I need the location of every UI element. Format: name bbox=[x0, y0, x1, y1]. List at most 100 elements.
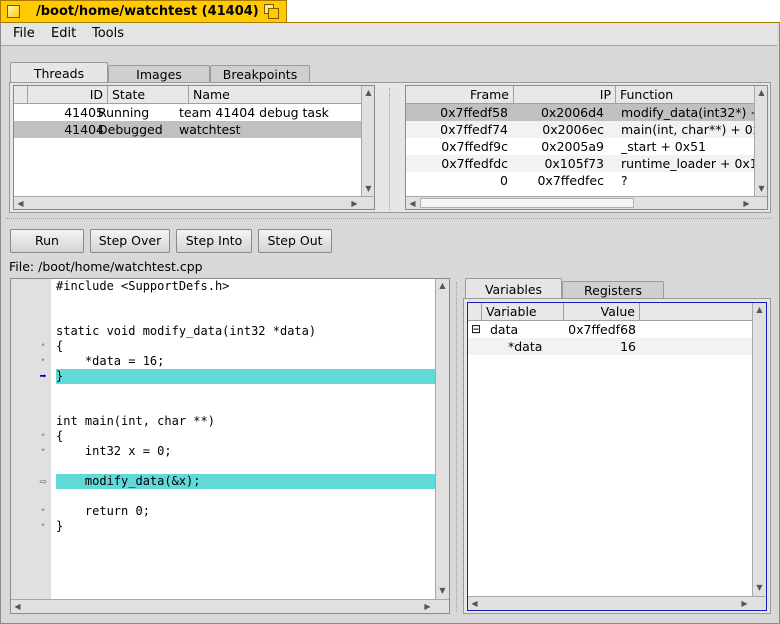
scroll-down-icon[interactable]: ▼ bbox=[436, 584, 449, 597]
step-into-button[interactable]: Step Into bbox=[176, 229, 252, 253]
stack-vscroll[interactable]: ▲ ▼ bbox=[754, 86, 767, 196]
source-line[interactable]: • int32 x = 0; bbox=[11, 444, 435, 459]
source-vscroll[interactable]: ▲ ▼ bbox=[435, 279, 449, 599]
step-out-button[interactable]: Step Out bbox=[258, 229, 332, 253]
col-frame[interactable]: Frame bbox=[406, 86, 514, 103]
source-line[interactable] bbox=[11, 459, 435, 474]
col-value[interactable]: Value bbox=[564, 303, 640, 320]
current-pc-arrow-icon[interactable]: ➡ bbox=[37, 369, 49, 384]
hscroll-thumb[interactable] bbox=[420, 198, 634, 208]
source-line[interactable]: int main(int, char **) bbox=[11, 414, 435, 429]
scroll-right-icon[interactable]: ▶ bbox=[348, 197, 361, 209]
col-function[interactable]: Function bbox=[616, 86, 755, 103]
zoom-box-icon[interactable] bbox=[264, 4, 279, 19]
code-text: { bbox=[56, 339, 64, 353]
stack-hscroll[interactable]: ◀ ▶ bbox=[406, 196, 767, 209]
menu-edit[interactable]: Edit bbox=[51, 26, 76, 41]
tab-images[interactable]: Images bbox=[108, 65, 210, 83]
thread-row[interactable]: 41405 Running team 41404 debug task bbox=[14, 104, 361, 121]
source-line[interactable]: static void modify_data(int32 *data) bbox=[11, 324, 435, 339]
source-line[interactable] bbox=[11, 384, 435, 399]
source-line[interactable]: • *data = 16; bbox=[11, 354, 435, 369]
col-state[interactable]: State bbox=[108, 86, 189, 103]
breakpoint-slot-icon[interactable]: • bbox=[37, 519, 49, 534]
scroll-right-icon[interactable]: ▶ bbox=[421, 600, 434, 613]
source-view[interactable]: #include <SupportDefs.h> static void modi… bbox=[10, 278, 450, 614]
scroll-left-icon[interactable]: ◀ bbox=[14, 197, 27, 209]
step-over-button[interactable]: Step Over bbox=[90, 229, 170, 253]
scroll-right-icon[interactable]: ▶ bbox=[738, 597, 751, 610]
source-line[interactable] bbox=[11, 489, 435, 504]
scroll-left-icon[interactable]: ◀ bbox=[468, 597, 481, 610]
scroll-up-icon[interactable]: ▲ bbox=[436, 279, 449, 292]
scroll-up-icon[interactable]: ▲ bbox=[753, 303, 766, 316]
breakpoint-slot-icon[interactable]: • bbox=[37, 354, 49, 369]
menu-file[interactable]: File bbox=[13, 26, 35, 41]
source-line[interactable] bbox=[11, 294, 435, 309]
breakpoint-slot-icon[interactable]: • bbox=[37, 444, 49, 459]
thread-state: Running bbox=[98, 105, 150, 120]
caller-arrow-icon[interactable]: ⇨ bbox=[37, 474, 49, 489]
variables-hscroll[interactable]: ◀ ▶ bbox=[468, 596, 766, 610]
source-line[interactable]: #include <SupportDefs.h> bbox=[11, 279, 435, 294]
stack-row[interactable]: 0x7ffedf9c 0x2005a9 _start + 0x51 bbox=[406, 138, 755, 155]
source-code[interactable]: #include <SupportDefs.h> static void modi… bbox=[11, 279, 435, 599]
source-line[interactable]: ➡} bbox=[11, 369, 435, 384]
source-line[interactable]: • return 0; bbox=[11, 504, 435, 519]
stack-row[interactable]: 0 0x7ffedfec ? bbox=[406, 172, 755, 189]
scroll-down-icon[interactable]: ▼ bbox=[362, 182, 374, 195]
thread-name: team 41404 debug task bbox=[179, 105, 329, 120]
variable-value: 16 bbox=[620, 339, 636, 354]
stack-row-selected[interactable]: 0x7ffedf58 0x2006d4 modify_data(int32*) … bbox=[406, 104, 755, 121]
col-variable[interactable]: Variable bbox=[482, 303, 564, 320]
scroll-down-icon[interactable]: ▼ bbox=[753, 581, 766, 594]
threads-hscroll[interactable]: ◀ ▶ bbox=[14, 196, 374, 209]
col-ip[interactable]: IP bbox=[514, 86, 616, 103]
scroll-down-icon[interactable]: ▼ bbox=[755, 182, 767, 195]
code-text: int32 x = 0; bbox=[56, 444, 172, 458]
threads-header: ID State Name bbox=[14, 86, 361, 104]
tab-registers[interactable]: Registers bbox=[562, 281, 664, 299]
threads-list[interactable]: ID State Name 41405 Running team 41404 d… bbox=[13, 85, 375, 210]
scroll-left-icon[interactable]: ◀ bbox=[406, 197, 419, 209]
source-line[interactable]: •} bbox=[11, 519, 435, 534]
scroll-right-icon[interactable]: ▶ bbox=[740, 197, 753, 209]
stack-row[interactable]: 0x7ffedf74 0x2006ec main(int, char**) + … bbox=[406, 121, 755, 138]
threads-vscroll[interactable]: ▲ ▼ bbox=[361, 86, 374, 196]
tab-breakpoints[interactable]: Breakpoints bbox=[210, 65, 310, 83]
stack-trace-list[interactable]: Frame IP Function 0x7ffedf58 0x2006d4 mo… bbox=[405, 85, 768, 210]
source-line[interactable] bbox=[11, 399, 435, 414]
tab-threads[interactable]: Threads bbox=[10, 62, 108, 83]
breakpoint-slot-icon[interactable]: • bbox=[37, 339, 49, 354]
menu-tools[interactable]: Tools bbox=[92, 26, 124, 41]
variables-vscroll[interactable]: ▲ ▼ bbox=[752, 303, 766, 596]
vertical-splitter[interactable] bbox=[456, 282, 458, 612]
breakpoint-slot-icon[interactable]: • bbox=[37, 504, 49, 519]
frame-address: 0 bbox=[500, 173, 508, 188]
horizontal-splitter[interactable] bbox=[6, 218, 772, 220]
thread-row-selected[interactable]: 41404 Debugged watchtest bbox=[14, 121, 361, 138]
variable-row[interactable]: ⊟ data 0x7ffedf68 bbox=[468, 321, 752, 338]
source-line[interactable]: •{ bbox=[11, 429, 435, 444]
source-line[interactable] bbox=[11, 309, 435, 324]
frame-ip: 0x2005a9 bbox=[541, 139, 604, 154]
close-box-icon[interactable] bbox=[7, 5, 20, 18]
source-line[interactable]: ⇨ modify_data(&x); bbox=[11, 474, 435, 489]
breakpoint-slot-icon[interactable]: • bbox=[37, 429, 49, 444]
stack-row[interactable]: 0x7ffedfdc 0x105f73 runtime_loader + 0x1… bbox=[406, 155, 755, 172]
col-id[interactable]: ID bbox=[28, 86, 108, 103]
variables-list[interactable]: Variable Value ⊟ data 0x7ffedf68 *data 1… bbox=[467, 302, 767, 611]
variables-header: Variable Value bbox=[468, 303, 752, 321]
run-button[interactable]: Run bbox=[10, 229, 84, 253]
collapse-icon[interactable]: ⊟ bbox=[471, 321, 481, 338]
tab-variables[interactable]: Variables bbox=[465, 278, 562, 299]
scroll-left-icon[interactable]: ◀ bbox=[11, 600, 24, 613]
split-divider[interactable] bbox=[389, 88, 391, 210]
scroll-up-icon[interactable]: ▲ bbox=[755, 86, 767, 99]
scroll-up-icon[interactable]: ▲ bbox=[362, 86, 374, 99]
source-hscroll[interactable]: ◀ ▶ bbox=[11, 599, 449, 613]
col-name[interactable]: Name bbox=[189, 86, 361, 103]
source-line[interactable]: •{ bbox=[11, 339, 435, 354]
variable-row[interactable]: *data 16 bbox=[468, 338, 752, 355]
